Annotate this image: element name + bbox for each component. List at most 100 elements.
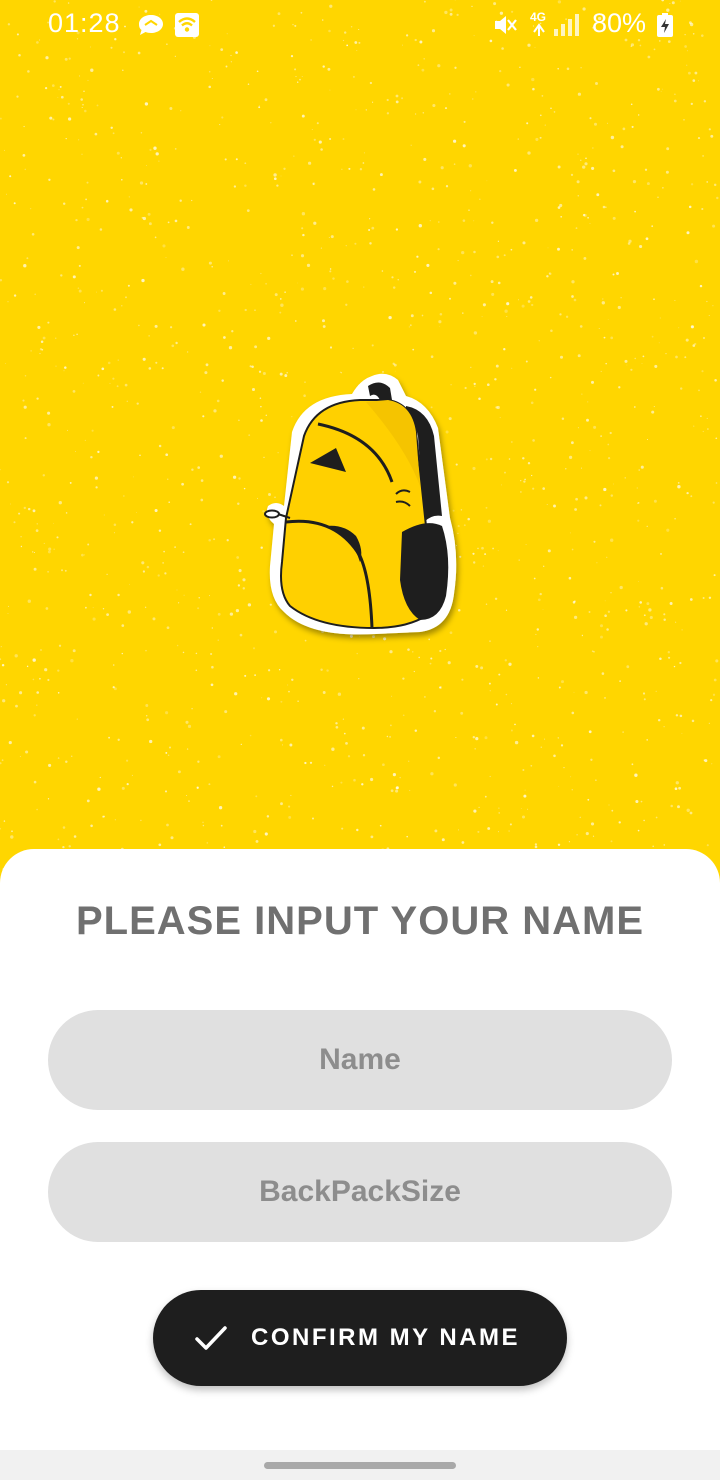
speckle xyxy=(532,439,535,442)
speckle xyxy=(13,521,16,524)
speckle xyxy=(605,362,607,365)
speckle xyxy=(117,593,120,597)
backpack-size-input[interactable] xyxy=(48,1142,672,1242)
speckle xyxy=(602,298,604,300)
speckle xyxy=(57,96,59,98)
speckle xyxy=(223,336,226,339)
speckle xyxy=(65,760,68,763)
speckle xyxy=(208,85,211,89)
speckle xyxy=(638,469,640,471)
speckle xyxy=(291,678,294,681)
speckle xyxy=(646,182,650,186)
speckle xyxy=(437,756,441,760)
speckle xyxy=(199,391,202,393)
speckle xyxy=(136,511,138,513)
speckle xyxy=(200,479,204,482)
speckle xyxy=(362,754,366,757)
speckle xyxy=(58,501,62,505)
speckle xyxy=(573,600,576,603)
speckle xyxy=(148,335,150,337)
speckle xyxy=(81,553,84,557)
speckle xyxy=(64,569,67,572)
speckle xyxy=(6,481,10,484)
speckle xyxy=(211,665,214,669)
speckle xyxy=(48,547,52,551)
speckle xyxy=(506,302,510,306)
speckle xyxy=(573,691,575,693)
speckle xyxy=(438,320,442,324)
speckle xyxy=(599,504,602,507)
speckle xyxy=(195,652,198,655)
speckle xyxy=(622,127,626,131)
speckle xyxy=(181,482,184,486)
speckle xyxy=(659,317,661,319)
speckle xyxy=(421,314,424,317)
speckle xyxy=(369,242,372,245)
speckle xyxy=(280,303,284,307)
speckle xyxy=(610,135,615,140)
speckle xyxy=(535,137,539,141)
speckle xyxy=(520,807,522,809)
speckle xyxy=(437,64,441,68)
speckle xyxy=(494,597,498,601)
speckle xyxy=(113,523,117,526)
speckle xyxy=(665,352,667,355)
speckle xyxy=(508,830,510,832)
speckle xyxy=(510,729,513,732)
speckle xyxy=(32,658,36,662)
speckle xyxy=(395,228,399,231)
speckle xyxy=(525,544,527,546)
speckle xyxy=(505,609,508,611)
speckle xyxy=(337,692,342,696)
speckle xyxy=(348,167,351,170)
speckle xyxy=(688,71,691,75)
speckle xyxy=(601,301,605,305)
speckle xyxy=(478,806,480,809)
speckle xyxy=(600,370,602,372)
speckle xyxy=(461,841,465,844)
speckle xyxy=(121,652,124,655)
speckle xyxy=(320,148,323,151)
speckle xyxy=(577,195,580,197)
speckle xyxy=(598,328,600,329)
speckle xyxy=(109,382,111,384)
speckle xyxy=(253,829,257,834)
speckle xyxy=(266,697,271,701)
speckle xyxy=(72,649,76,653)
speckle xyxy=(421,68,425,72)
speckle xyxy=(36,397,39,400)
speckle xyxy=(92,617,96,621)
speckle xyxy=(539,592,542,596)
speckle xyxy=(76,333,78,336)
speckle xyxy=(524,478,526,481)
confirm-name-button[interactable]: CONFIRM MY NAME xyxy=(153,1290,567,1386)
message-icon xyxy=(139,15,163,35)
speckle xyxy=(530,764,533,767)
speckle xyxy=(346,280,349,283)
speckle xyxy=(57,838,60,841)
speckle xyxy=(674,93,676,96)
name-input[interactable] xyxy=(48,1010,672,1110)
speckle xyxy=(205,363,209,367)
speckle xyxy=(266,815,270,818)
speckle xyxy=(508,458,511,460)
speckle xyxy=(473,561,476,564)
speckle xyxy=(574,508,577,511)
speckle xyxy=(604,614,607,617)
speckle xyxy=(619,585,623,590)
speckle xyxy=(328,237,330,239)
speckle xyxy=(600,435,602,437)
speckle xyxy=(575,227,578,230)
speckle xyxy=(699,284,703,288)
home-gesture-handle[interactable] xyxy=(264,1462,456,1469)
speckle xyxy=(226,539,229,542)
speckle xyxy=(161,367,164,370)
speckle xyxy=(708,315,710,317)
speckle xyxy=(55,365,57,367)
speckle xyxy=(62,826,66,829)
speckle xyxy=(236,556,240,559)
speckle xyxy=(618,821,621,824)
speckle xyxy=(677,805,680,809)
speckle xyxy=(534,218,539,223)
speckle xyxy=(417,64,420,67)
